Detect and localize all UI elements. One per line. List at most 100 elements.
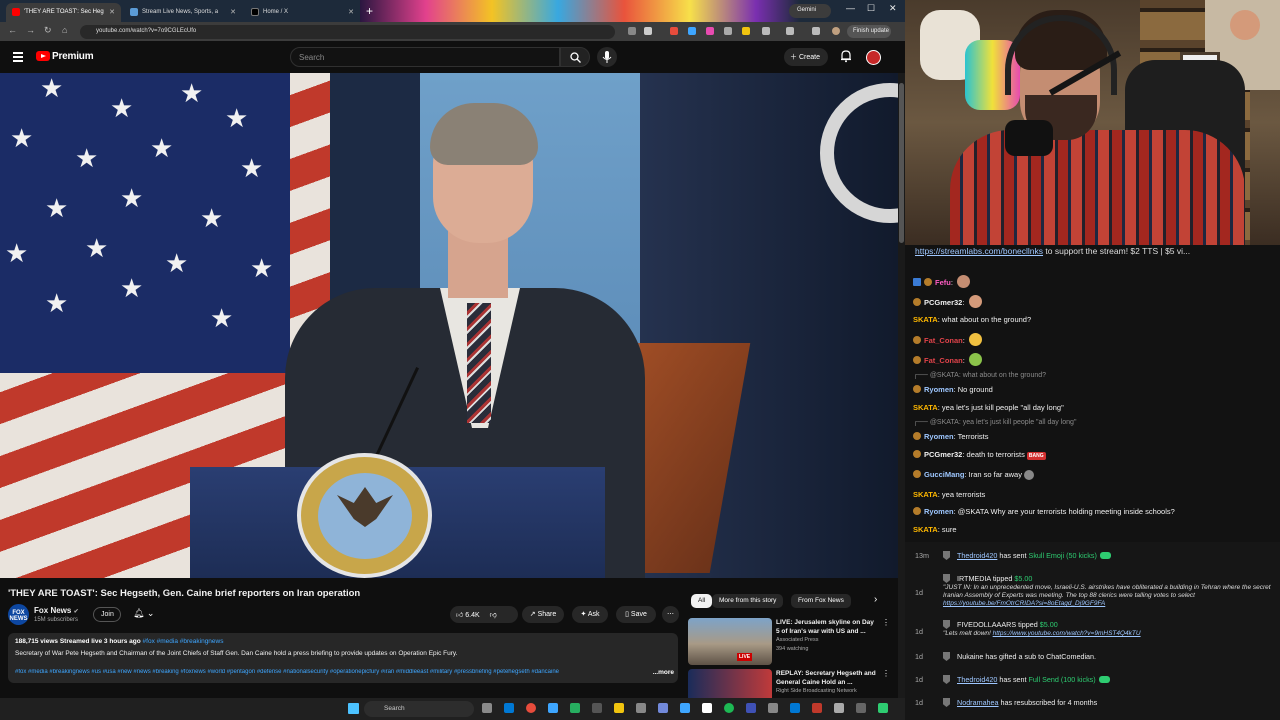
app-icon[interactable] [790,703,800,713]
app-icon[interactable] [768,703,778,713]
voice-search-button[interactable] [597,47,617,67]
youtube-logo-icon[interactable] [36,51,50,61]
app-icon[interactable] [636,703,646,713]
activity-user[interactable]: IRTMEDIA [957,574,991,583]
recommendation-channel[interactable]: Right Side Broadcasting Network [776,688,857,694]
new-tab-icon[interactable]: + [366,4,373,18]
tab-youtube[interactable]: 'THEY ARE TOAST': Sec Heg ✕ [6,3,121,22]
subscribe-bell-icon[interactable]: 🔔︎ ⌄ [133,608,154,619]
app-icon[interactable] [746,703,756,713]
bookmark-star-icon[interactable] [644,27,652,35]
like-dislike-group[interactable]: 👍︎ 6.4K 👎︎ [450,606,518,623]
extension-icon[interactable] [688,27,696,35]
create-button[interactable]: ＋ Create [784,48,828,66]
app-icon[interactable] [570,703,580,713]
tab-x-home[interactable]: Home / X ✕ [245,3,360,22]
chat-username[interactable]: SKATA [913,315,938,324]
like-icon[interactable]: 👍︎ [456,612,463,619]
top-hashtags[interactable]: #fox #media #breakingnews [143,638,224,645]
recommendation-thumbnail[interactable]: LIVE [688,618,772,665]
forward-icon[interactable]: → [26,25,35,35]
discord-icon[interactable] [658,703,668,713]
activity-user[interactable]: FIVEDOLLAAARS [957,620,1016,629]
search-input[interactable]: Search [290,47,560,67]
chat-username[interactable]: Fefu [935,278,951,287]
app-icon[interactable] [702,703,712,713]
app-icon[interactable] [548,703,558,713]
notifications-bell-icon[interactable] [839,49,853,68]
app-icon[interactable] [878,703,888,713]
close-tab-icon[interactable]: ✕ [348,8,354,16]
finish-update-button[interactable]: Finish update [847,25,891,38]
app-icon[interactable] [856,703,866,713]
file-explorer-icon[interactable] [614,703,624,713]
windows-start-icon[interactable] [348,703,359,714]
more-options-icon[interactable]: ⋮ [882,669,890,678]
app-icon[interactable] [680,703,690,713]
dislike-icon[interactable]: 👎︎ [490,612,497,619]
chat-username[interactable]: SKATA [913,403,938,412]
hamburger-menu-icon[interactable] [13,52,23,64]
extension-icon[interactable] [724,27,732,35]
chip-all[interactable]: All [691,594,713,608]
extension-icon[interactable] [706,27,714,35]
more-options-icon[interactable]: ⋮ [882,618,890,627]
taskbar-search[interactable]: Search [364,701,474,717]
back-icon[interactable]: ← [8,25,17,35]
channel-name[interactable]: Fox News ✔ [34,606,79,615]
chat-username[interactable]: GucciMang [924,470,964,479]
save-button[interactable]: ▯ Save [616,606,656,623]
chat-username[interactable]: SKATA [913,490,938,499]
page-scrollbar[interactable] [898,73,905,698]
extension-icon[interactable] [670,27,678,35]
chrome-icon[interactable] [526,703,536,713]
chat-username[interactable]: Ryomen [924,385,954,394]
minimize-icon[interactable]: — [846,3,855,13]
chat-username[interactable]: Ryomen [924,507,954,516]
activity-user[interactable]: Thedroid420 [957,551,997,560]
chat-username[interactable]: Fat_Conan [924,336,963,345]
activity-user[interactable]: Nodramahea [957,698,999,707]
share-button[interactable]: ↗ Share [522,606,564,623]
recommendation-thumbnail[interactable] [688,669,772,698]
task-view-icon[interactable] [482,703,492,713]
download-icon[interactable] [812,27,820,35]
close-tab-icon[interactable]: ✕ [230,8,236,16]
chip-more-from-story[interactable]: More from this story [712,594,784,608]
channel-avatar[interactable]: FOX NEWS [8,604,29,625]
maximize-icon[interactable]: ☐ [867,3,875,14]
extension-icon[interactable] [742,27,750,35]
gift-recipient[interactable]: ChatComedian. [1046,652,1096,661]
profile-avatar[interactable] [832,27,840,35]
description-box[interactable]: 188,715 views Streamed live 3 hours ago … [8,633,678,683]
ask-button[interactable]: ✦ Ask [572,606,608,623]
recommendation-item[interactable]: REPLAY: Secretary Hegseth and General Ca… [688,669,893,698]
close-tab-icon[interactable]: ✕ [109,8,115,16]
more-actions-icon[interactable]: ⋯ [662,606,679,623]
terminal-icon[interactable] [592,703,602,713]
tip-link[interactable]: https://youtube.be/FmOtrCRIDA?si=8oEtagd… [943,600,1105,607]
tip-link[interactable]: https://www.youtube.com/watch?v=9mHST4Q4… [993,630,1141,637]
sidebar-icon[interactable] [786,27,794,35]
recommendation-title[interactable]: REPLAY: Secretary Hegseth and General Ca… [776,669,876,687]
account-avatar[interactable] [866,50,881,65]
chip-from-fox-news[interactable]: From Fox News [791,594,851,608]
cast-icon[interactable] [628,27,636,35]
app-icon[interactable] [812,703,822,713]
spotify-icon[interactable] [724,703,734,713]
chevron-right-icon[interactable]: › [874,594,877,605]
video-player[interactable]: ★ ★ ★ ★ ★ ★ ★ ★ ★ ★ ★ ★ ★ ★ ★ ★ ★ ★ [0,73,898,578]
chat-username[interactable]: SKATA [913,525,938,534]
tab-stream-live[interactable]: Stream Live News, Sports, a ✕ [124,3,242,22]
chat-username[interactable]: Ryomen [924,432,954,441]
youtube-premium-wordmark[interactable]: Premium [52,51,94,62]
reload-icon[interactable]: ↻ [44,25,52,36]
activity-user[interactable]: Nukaine [957,652,983,661]
chat-username[interactable]: PCGmer32 [924,298,962,307]
recommendation-channel[interactable]: Associated Press [776,637,819,643]
show-more-link[interactable]: ...more [653,669,674,676]
chat-username[interactable]: Fat_Conan [924,356,963,365]
edge-icon[interactable] [504,703,514,713]
recommendation-item[interactable]: LIVE LIVE: Jerusalem skyline on Day 5 of… [688,618,893,668]
url-field[interactable]: youtube.com/watch?v=7o9CGLEcUfo [80,25,615,39]
